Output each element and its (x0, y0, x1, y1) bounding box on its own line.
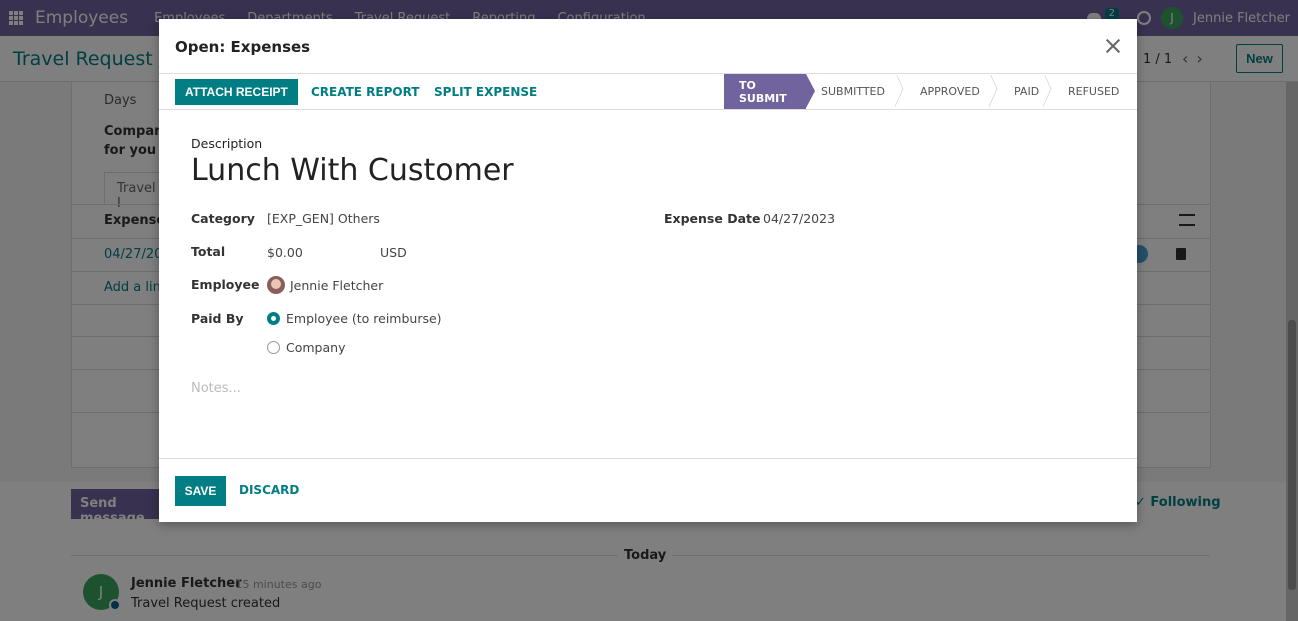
stage-refused[interactable]: REFUSED (1048, 74, 1136, 109)
save-button[interactable]: SAVE (175, 476, 226, 506)
stage-label: APPROVED (920, 85, 980, 98)
attach-receipt-button[interactable]: ATTACH RECEIPT (175, 79, 298, 105)
status-stages: TO SUBMIT SUBMITTED APPROVED PAID REFUSE… (724, 74, 1136, 109)
expense-date-field[interactable]: 04/27/2023 (763, 211, 835, 226)
paid-by-company-radio[interactable] (267, 341, 280, 354)
paid-by-employee-label[interactable]: Employee (to reimburse) (286, 311, 442, 326)
dialog-footer: SAVE DISCARD (159, 458, 1137, 522)
employee-avatar (267, 276, 285, 294)
currency-field[interactable]: USD (380, 245, 407, 260)
stage-paid[interactable]: PAID (994, 74, 1052, 109)
split-expense-button[interactable]: SPLIT EXPENSE (434, 79, 537, 105)
dialog-title: Open: Expenses (175, 38, 311, 56)
employee-label: Employee (191, 277, 260, 292)
discard-button[interactable]: DISCARD (239, 483, 299, 497)
stage-approved[interactable]: APPROVED (900, 74, 998, 109)
expense-date-label: Expense Date (664, 211, 761, 226)
employee-field[interactable]: Jennie Fletcher (290, 278, 383, 293)
notes-field[interactable]: Notes... (191, 381, 241, 396)
total-field[interactable]: $0.00 (267, 245, 303, 260)
expense-dialog: Open: Expenses ATTACH RECEIPT CREATE REP… (159, 19, 1137, 522)
stage-label: SUBMITTED (821, 85, 885, 98)
category-label: Category (191, 211, 255, 226)
category-field[interactable]: [EXP_GEN] Others (267, 211, 380, 226)
close-icon[interactable] (1105, 38, 1121, 54)
paid-by-label: Paid By (191, 311, 244, 326)
paid-by-employee-radio[interactable] (267, 312, 280, 325)
dialog-header: Open: Expenses (159, 19, 1137, 74)
description-label: Description (191, 136, 263, 151)
total-label: Total (191, 244, 226, 259)
create-report-button[interactable]: CREATE REPORT (311, 79, 419, 105)
stage-label: REFUSED (1068, 85, 1120, 98)
dialog-statusbar: ATTACH RECEIPT CREATE REPORT SPLIT EXPEN… (159, 74, 1137, 110)
stage-label: TO SUBMIT (739, 78, 787, 105)
stage-label: PAID (1014, 85, 1040, 98)
stage-to-submit[interactable]: TO SUBMIT (724, 74, 815, 109)
paid-by-company-label[interactable]: Company (286, 340, 345, 355)
stage-submitted[interactable]: SUBMITTED (806, 74, 904, 109)
description-field[interactable]: Lunch With Customer (191, 153, 514, 188)
